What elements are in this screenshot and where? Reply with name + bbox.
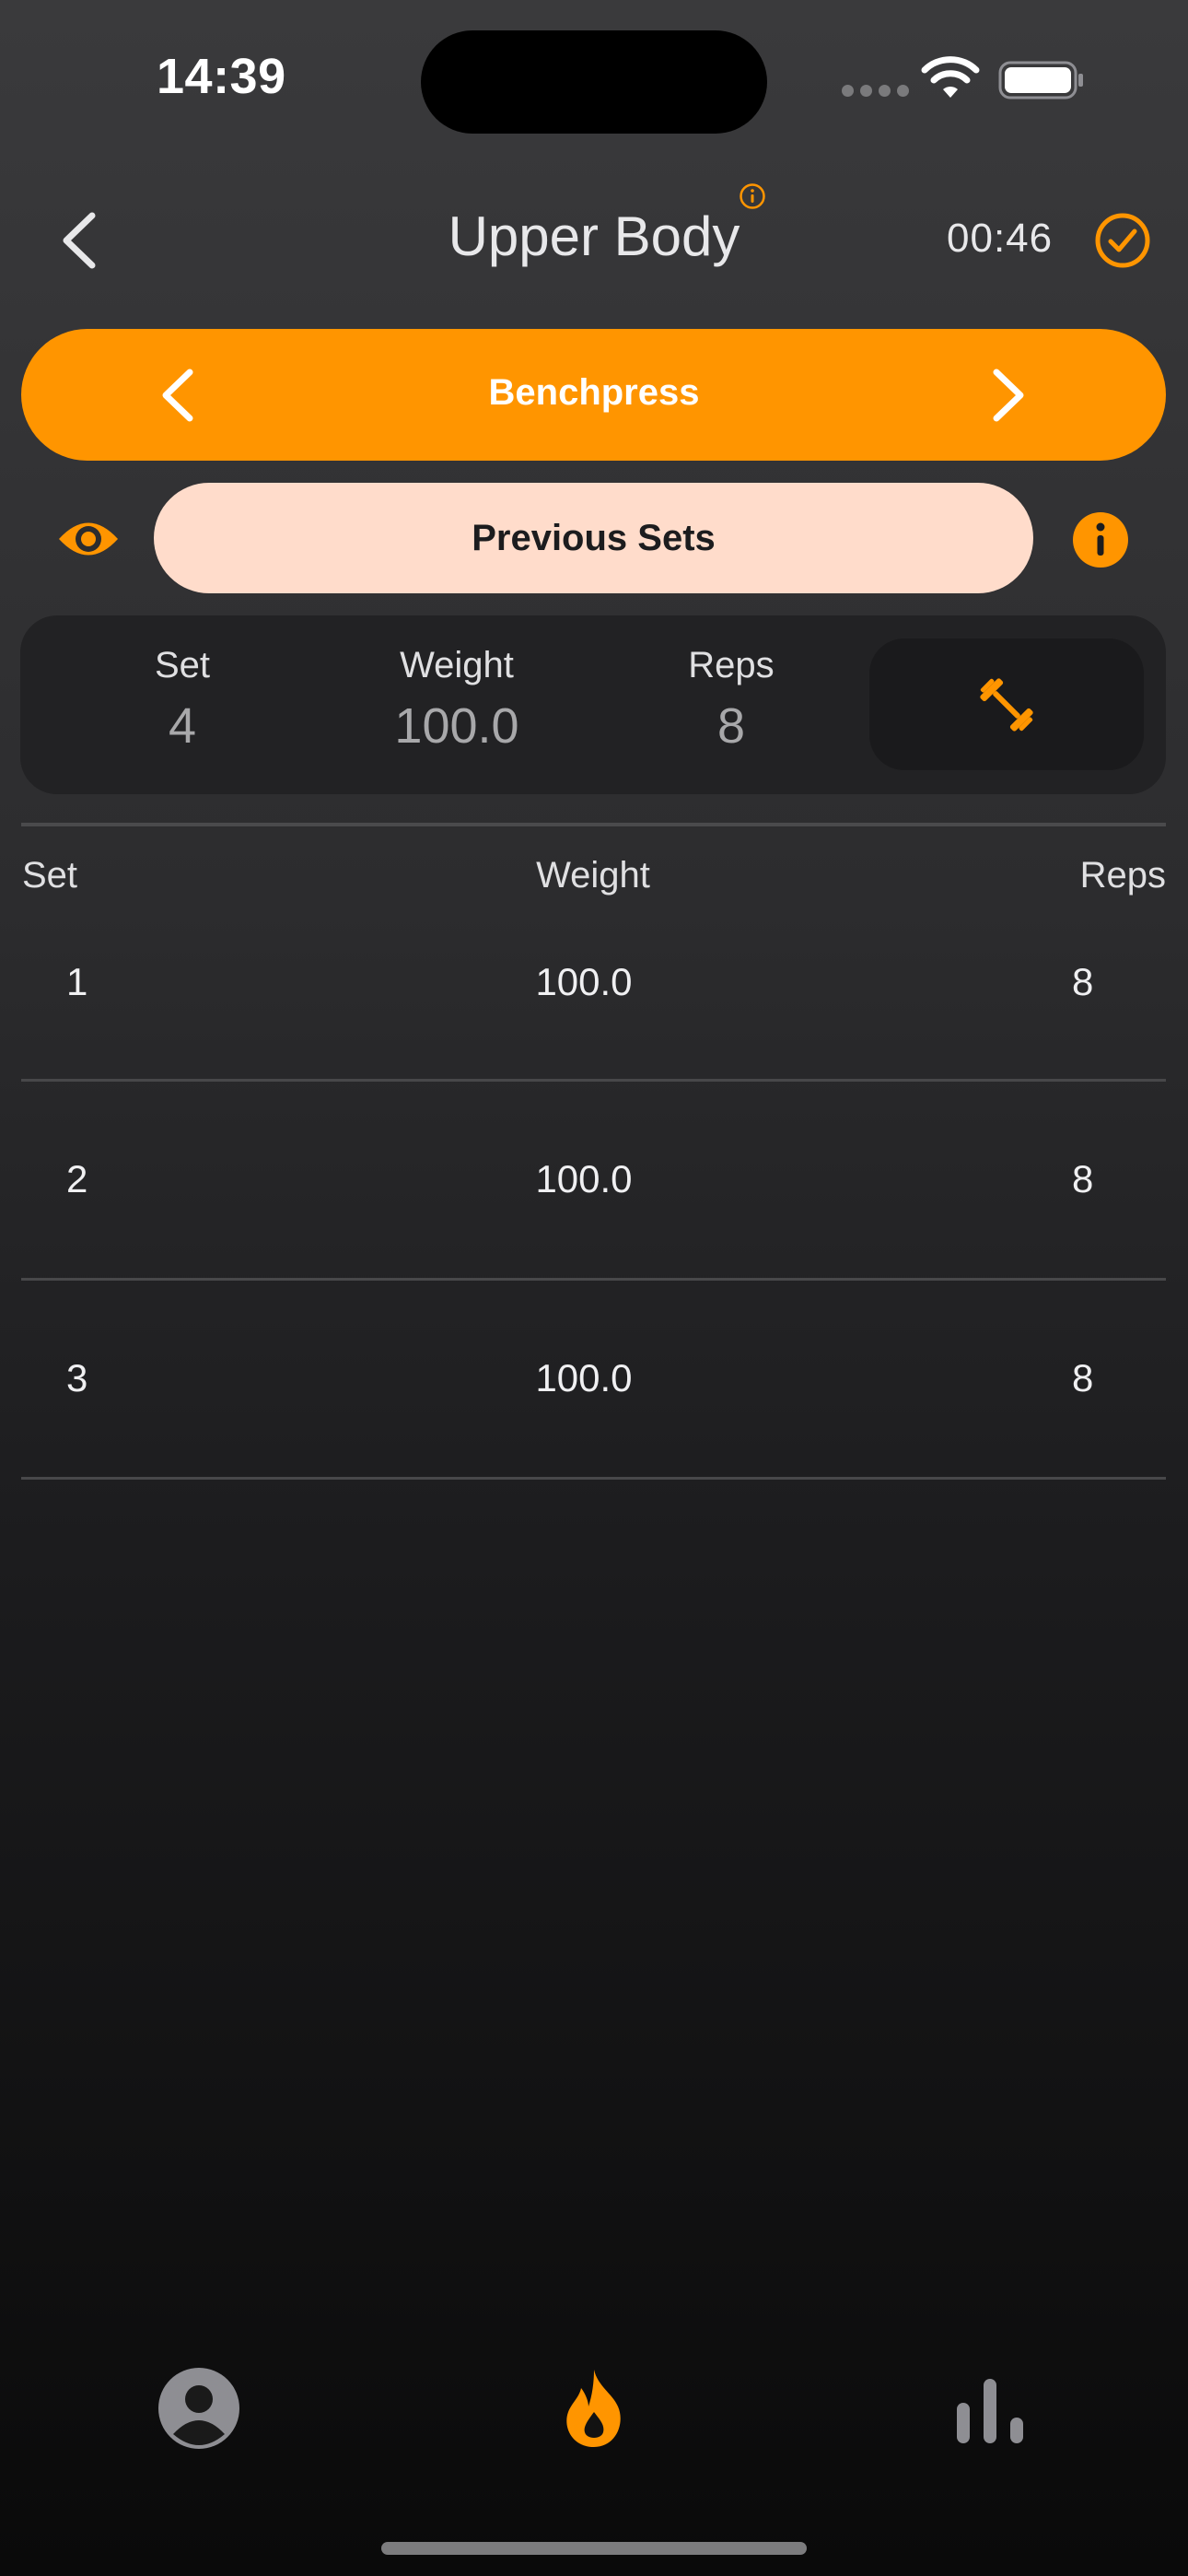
previous-sets-button[interactable]: Previous Sets xyxy=(154,483,1033,593)
table-header-set: Set xyxy=(22,855,78,896)
flame-icon[interactable] xyxy=(552,2366,636,2451)
dynamic-island xyxy=(421,30,767,134)
previous-exercise-button[interactable] xyxy=(157,367,199,424)
person-circle-icon[interactable] xyxy=(157,2366,241,2451)
weight-label: Weight xyxy=(400,645,514,685)
back-button[interactable] xyxy=(55,210,103,271)
wifi-icon xyxy=(921,56,980,98)
row-set: 3 xyxy=(66,1356,88,1399)
log-set-button[interactable] xyxy=(869,638,1144,770)
reps-value[interactable]: 8 xyxy=(630,697,833,755)
current-set-column: Set 4 xyxy=(81,645,284,755)
dumbbell-icon xyxy=(980,677,1033,732)
info-circle-icon[interactable] xyxy=(739,182,766,210)
row-divider xyxy=(21,1477,1166,1480)
row-reps: 8 xyxy=(1072,1356,1094,1399)
row-weight: 100.0 xyxy=(535,1356,633,1399)
reps-label: Reps xyxy=(688,645,775,685)
home-indicator xyxy=(381,2542,807,2555)
table-header-reps: Reps xyxy=(1079,855,1166,896)
finish-workout-button[interactable] xyxy=(1094,212,1151,269)
row-weight: 100.0 xyxy=(535,960,633,1003)
status-time: 14:39 xyxy=(157,49,286,104)
table-row[interactable]: 2 100.0 8 xyxy=(0,1082,1188,1277)
row-set: 1 xyxy=(66,960,88,1003)
set-label: Set xyxy=(154,645,211,685)
exercise-name: Benchpress xyxy=(488,372,700,413)
workout-timer: 00:46 xyxy=(947,216,1054,261)
battery-icon xyxy=(998,61,1083,100)
workout-title: Upper Body xyxy=(448,205,740,267)
info-icon[interactable] xyxy=(1072,511,1129,568)
table-header-weight: Weight xyxy=(536,855,650,896)
row-reps: 8 xyxy=(1072,1157,1094,1200)
table-row[interactable]: 3 100.0 8 xyxy=(0,1281,1188,1476)
table-row[interactable]: 1 100.0 8 xyxy=(0,921,1188,1078)
row-set: 2 xyxy=(66,1157,88,1200)
cellular-signal-icon xyxy=(842,85,909,97)
weight-value[interactable]: 100.0 xyxy=(355,697,558,755)
next-exercise-button[interactable] xyxy=(987,367,1030,424)
section-divider xyxy=(21,823,1166,826)
set-value[interactable]: 4 xyxy=(81,697,284,755)
bar-chart-icon[interactable] xyxy=(948,2366,1032,2451)
current-weight-column: Weight 100.0 xyxy=(355,645,558,755)
row-weight: 100.0 xyxy=(535,1157,633,1200)
row-reps: 8 xyxy=(1072,960,1094,1003)
eye-icon[interactable] xyxy=(55,512,122,566)
current-reps-column: Reps 8 xyxy=(630,645,833,755)
